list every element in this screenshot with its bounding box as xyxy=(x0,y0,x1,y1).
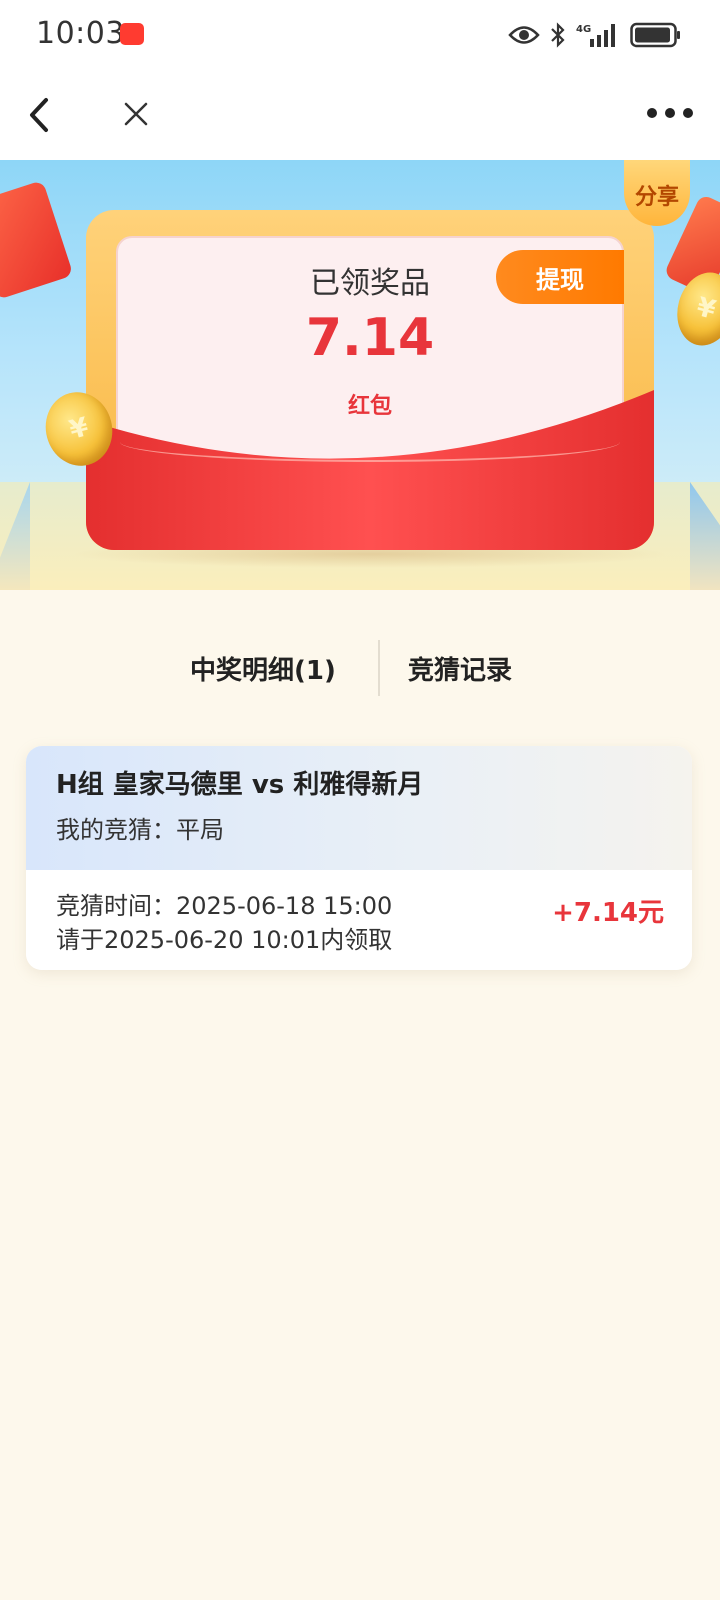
prize-unit: 红包 xyxy=(347,394,392,419)
record-body: 竞猜时间：2025-06-18 15:00 请于2025-06-20 10:01… xyxy=(26,870,692,970)
tab-win-details[interactable]: 中奖明细(1) xyxy=(190,650,336,687)
record-header: H组 皇家马德里 vs 利雅得新月 我的竞猜：平局 xyxy=(26,746,692,870)
app-badge-icon xyxy=(120,23,144,45)
reward-amount: +7.14元 xyxy=(552,898,664,928)
decorative-envelope-icon xyxy=(0,180,74,300)
tab-divider xyxy=(378,640,380,696)
signal-4g-icon: 4G xyxy=(576,21,620,49)
prize-amount: 7.14 xyxy=(305,308,435,368)
eye-icon xyxy=(508,24,540,46)
my-guess: 我的竞猜：平局 xyxy=(56,816,224,844)
status-icons: 4G xyxy=(508,18,682,52)
share-button[interactable]: 分享 xyxy=(624,160,690,226)
record-tabs: 中奖明细(1) 竞猜记录 xyxy=(0,640,720,700)
guess-time: 竞猜时间：2025-06-18 15:00 xyxy=(56,892,393,920)
svg-text:4G: 4G xyxy=(576,24,591,35)
match-title: H组 皇家马德里 vs 利雅得新月 xyxy=(56,770,424,800)
close-icon[interactable] xyxy=(116,94,156,134)
tab-guess-records[interactable]: 竞猜记录 xyxy=(408,650,512,687)
battery-icon xyxy=(630,22,682,48)
nav-bar xyxy=(0,70,720,160)
win-record-card[interactable]: H组 皇家马德里 vs 利雅得新月 我的竞猜：平局 竞猜时间：2025-06-1… xyxy=(26,746,692,970)
back-arrow-icon[interactable] xyxy=(22,90,72,140)
withdraw-button[interactable]: 提现 xyxy=(496,250,624,304)
more-icon[interactable] xyxy=(646,98,694,128)
claim-deadline: 请于2025-06-20 10:01内领取 xyxy=(56,926,393,954)
prize-banner: ¥ 已领奖品 7.14 红包 ¥ 提现 分享 xyxy=(0,160,720,590)
bluetooth-icon xyxy=(550,22,566,48)
status-bar: 10:03 4G xyxy=(0,0,720,70)
status-time: 10:03 xyxy=(36,16,125,51)
